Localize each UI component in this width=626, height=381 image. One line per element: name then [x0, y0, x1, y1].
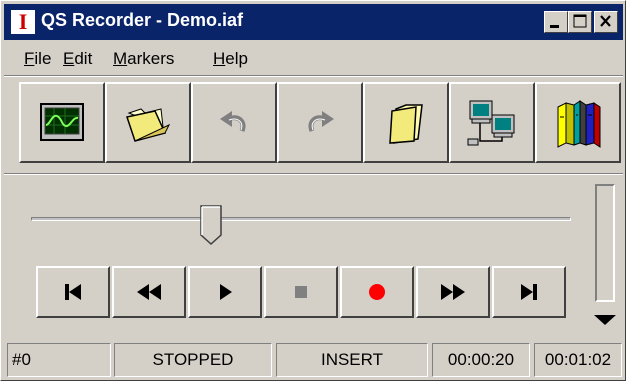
books-library-icon [557, 99, 601, 148]
skip-to-end-icon [521, 284, 537, 300]
open-folder-icon [126, 107, 171, 142]
status-total-time: 00:01:02 [534, 343, 622, 377]
rewind-icon [137, 284, 161, 300]
closed-folder-icon [389, 103, 423, 144]
menu-file[interactable]: File [24, 49, 51, 69]
books-library-button[interactable] [535, 82, 621, 163]
title-bar[interactable]: I QS Recorder - Demo.iaf [4, 4, 623, 40]
waveform-monitor-button[interactable] [19, 82, 105, 163]
redo-icon [308, 110, 334, 132]
status-bar: #0 STOPPED INSERT 00:00:20 00:01:02 [4, 343, 623, 377]
app-icon-letter: I [18, 9, 28, 34]
menu-help[interactable]: Help [213, 49, 248, 69]
play-button[interactable] [188, 266, 262, 318]
undo-icon [220, 110, 246, 132]
status-state: STOPPED [114, 343, 272, 377]
fast-forward-icon [441, 284, 465, 300]
redo-button[interactable] [277, 82, 363, 163]
volume-slider-thumb[interactable] [591, 310, 619, 330]
status-mode: INSERT [276, 343, 428, 377]
menu-bar: File Edit Markers Help [4, 43, 623, 73]
menu-markers[interactable]: Markers [113, 49, 174, 69]
volume-slider-track[interactable] [595, 184, 615, 302]
toolbar-divider [4, 173, 623, 175]
status-position-time: 00:00:20 [432, 343, 530, 377]
waveform-monitor-icon [40, 102, 84, 141]
menu-edit[interactable]: Edit [63, 49, 92, 69]
app-icon[interactable]: I [11, 9, 35, 34]
menu-divider [4, 75, 623, 77]
position-slider-thumb[interactable] [200, 205, 222, 245]
closed-folder-button[interactable] [363, 82, 449, 163]
maximize-button[interactable] [568, 11, 592, 33]
status-marker: #0 [7, 343, 111, 377]
rewind-button[interactable] [112, 266, 186, 318]
skip-to-end-button[interactable] [492, 266, 566, 318]
minimize-button[interactable] [544, 11, 568, 33]
open-folder-button[interactable] [105, 82, 191, 163]
close-icon [600, 15, 611, 27]
record-icon [369, 284, 385, 300]
app-window: I QS Recorder - Demo.iaf File Edit Marke… [0, 0, 626, 381]
position-slider-track[interactable] [31, 217, 571, 221]
play-icon [220, 284, 232, 300]
network-computers-button[interactable] [449, 82, 535, 163]
toolbar [19, 82, 621, 163]
window-title: QS Recorder - Demo.iaf [41, 10, 244, 30]
maximize-icon [573, 14, 587, 28]
skip-to-start-icon [65, 284, 81, 300]
network-computers-icon [467, 100, 515, 145]
stop-icon [295, 286, 307, 298]
skip-to-start-button[interactable] [36, 266, 110, 318]
record-button[interactable] [340, 266, 414, 318]
fast-forward-button[interactable] [416, 266, 490, 318]
close-button[interactable] [594, 11, 618, 33]
minimize-icon [550, 25, 559, 28]
undo-button[interactable] [191, 82, 277, 163]
transport-controls [36, 266, 576, 318]
stop-button[interactable] [264, 266, 338, 318]
